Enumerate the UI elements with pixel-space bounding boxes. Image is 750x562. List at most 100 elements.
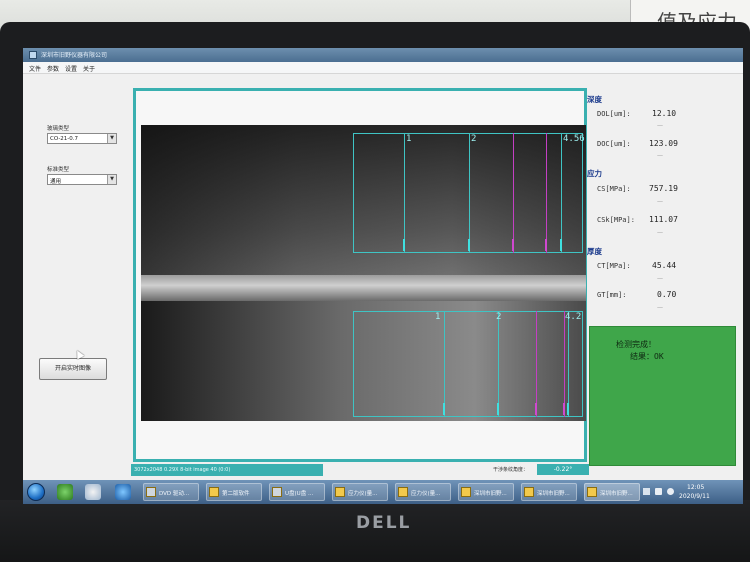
ct-dash: — xyxy=(657,275,663,282)
dol-value: 12.10 xyxy=(652,109,677,118)
glass-type-value: CO-21-0.7 xyxy=(50,135,79,142)
ct-label: CT[MPa]: xyxy=(597,262,631,270)
screen: 深圳市旧野仪器有限公司 文件 参数 设置 关于 玻璃类型 CO-21-0.7 ▼… xyxy=(23,48,743,504)
ie-browser-icon[interactable] xyxy=(115,484,131,500)
window-title: 深圳市旧野仪器有限公司 xyxy=(41,52,108,59)
taskbar-item[interactable]: 应力仪(量... xyxy=(332,483,388,501)
cs-value: 757.19 xyxy=(649,184,678,193)
csk-dash: — xyxy=(657,229,663,236)
taskbar-item[interactable]: 应力仪(量... xyxy=(395,483,451,501)
doc-value: 123.09 xyxy=(649,139,678,148)
upper-measure-line xyxy=(513,133,514,253)
taskbar-item[interactable]: U盘(U盘 ... xyxy=(269,483,325,501)
csk-value: 111.07 xyxy=(649,215,678,224)
upper-marker-2: 2 xyxy=(471,134,477,144)
cs-dash: — xyxy=(657,198,663,205)
menu-params[interactable]: 参数 xyxy=(47,64,59,73)
window-titlebar[interactable]: 深圳市旧野仪器有限公司 xyxy=(23,48,743,62)
folder-icon xyxy=(209,487,219,497)
thickness-section-title: 厚度 xyxy=(587,247,602,256)
network-icon[interactable] xyxy=(655,488,662,495)
app-window-icon xyxy=(524,487,534,497)
fringe-angle-value: -0.22° xyxy=(537,464,589,475)
taskbar-item[interactable]: 深圳市旧野... xyxy=(458,483,514,501)
image-info-status: 3072x2048 0.29X 8-bit image 40 (0:0) xyxy=(131,464,323,476)
upper-tick xyxy=(512,239,514,251)
taskbar-item[interactable]: 第二版软件 xyxy=(206,483,262,501)
keyboard-icon[interactable] xyxy=(643,488,650,495)
gt-dash: — xyxy=(657,304,663,311)
lower-tick xyxy=(567,403,569,415)
menu-bar: 文件 参数 设置 关于 xyxy=(23,62,743,74)
volume-icon[interactable] xyxy=(667,488,674,495)
lower-tick xyxy=(535,403,537,415)
standard-type-label: 标准类型 xyxy=(47,167,70,173)
usb-drive-icon xyxy=(272,487,282,497)
stress-section-title: 应力 xyxy=(587,169,602,178)
dol-label: DOL[um]: xyxy=(597,110,631,118)
depth-section-title: 深度 xyxy=(587,95,602,104)
upper-tick xyxy=(545,239,547,251)
clock-date[interactable]: 2020/9/11 xyxy=(679,493,710,500)
verdict-line-complete: 检测完成！ xyxy=(616,340,656,349)
standard-type-value: 通用 xyxy=(50,178,62,185)
upper-measure-line xyxy=(404,133,405,253)
app-window-icon xyxy=(398,487,408,497)
lower-tick xyxy=(443,403,445,415)
glass-type-select[interactable]: CO-21-0.7 ▼ xyxy=(47,133,117,144)
fringe-angle-label: 干涉条纹角度： xyxy=(493,467,529,473)
monitor-logo: DELL xyxy=(356,513,412,533)
left-panel: 玻璃类型 CO-21-0.7 ▼ 标准类型 通用 ▼ 开启实时图像 xyxy=(23,74,131,434)
pinned-app-icon[interactable] xyxy=(85,484,101,500)
glass-type-label: 玻璃类型 xyxy=(47,126,70,132)
gt-label: GT[mm]: xyxy=(597,291,627,299)
start-button[interactable] xyxy=(27,483,45,501)
lower-measure-line xyxy=(564,311,565,417)
pinned-app-icon[interactable] xyxy=(57,484,73,500)
lower-measure-line xyxy=(444,311,445,417)
drive-icon xyxy=(146,487,156,497)
upper-measure-box xyxy=(353,133,583,253)
taskbar-item[interactable]: DVD 驱动... xyxy=(143,483,199,501)
doc-label: DOC[um]: xyxy=(597,140,631,148)
upper-measure-line xyxy=(561,133,562,253)
lower-marker-2: 2 xyxy=(496,312,502,322)
gt-value: 0.70 xyxy=(657,290,677,299)
upper-marker-1: 1 xyxy=(406,134,412,144)
chevron-down-icon[interactable]: ▼ xyxy=(107,134,116,143)
lower-measure-line xyxy=(498,311,499,417)
upper-tick xyxy=(468,239,470,251)
clock-time[interactable]: 12:05 xyxy=(687,484,704,491)
taskbar-item[interactable]: 深圳市旧野... xyxy=(521,483,577,501)
lower-marker-1: 1 xyxy=(435,312,441,322)
dol-dash: — xyxy=(657,122,663,129)
csk-label: CSk[MPa]: xyxy=(597,216,635,224)
lower-tick xyxy=(497,403,499,415)
taskbar: DVD 驱动... 第二版软件 U盘(U盘 ... 应力仪(量... 应力仪(量… xyxy=(23,480,743,504)
upper-tick xyxy=(560,239,562,251)
lower-marker-3: 4.2 xyxy=(565,312,582,322)
app-window-icon xyxy=(335,487,345,497)
camera-edge-band xyxy=(141,275,586,301)
upper-marker-3: 4.56 xyxy=(563,134,585,144)
verdict-line-result: 结果：OK xyxy=(630,352,664,361)
start-live-image-button[interactable]: 开启实时图像 xyxy=(39,358,107,380)
doc-dash: — xyxy=(657,152,663,159)
app-window-icon xyxy=(461,487,471,497)
lower-measure-line xyxy=(568,311,569,417)
upper-measure-line xyxy=(469,133,470,253)
menu-about[interactable]: 关于 xyxy=(83,64,95,73)
chevron-down-icon[interactable]: ▼ xyxy=(107,175,116,184)
upper-tick xyxy=(403,239,405,251)
menu-file[interactable]: 文件 xyxy=(29,64,41,73)
cs-label: CS[MPa]: xyxy=(597,185,631,193)
ct-value: 45.44 xyxy=(652,261,677,270)
app-window-icon xyxy=(587,487,597,497)
menu-settings[interactable]: 设置 xyxy=(65,64,77,73)
standard-type-select[interactable]: 通用 ▼ xyxy=(47,174,117,185)
lower-measure-line xyxy=(536,311,537,417)
camera-image: 1 2 4.56 1 2 4.2 xyxy=(141,125,586,421)
taskbar-item-active[interactable]: 深圳市旧野... xyxy=(584,483,640,501)
lower-tick xyxy=(563,403,565,415)
image-viewer[interactable]: 1 2 4.56 1 2 4.2 xyxy=(133,88,587,462)
